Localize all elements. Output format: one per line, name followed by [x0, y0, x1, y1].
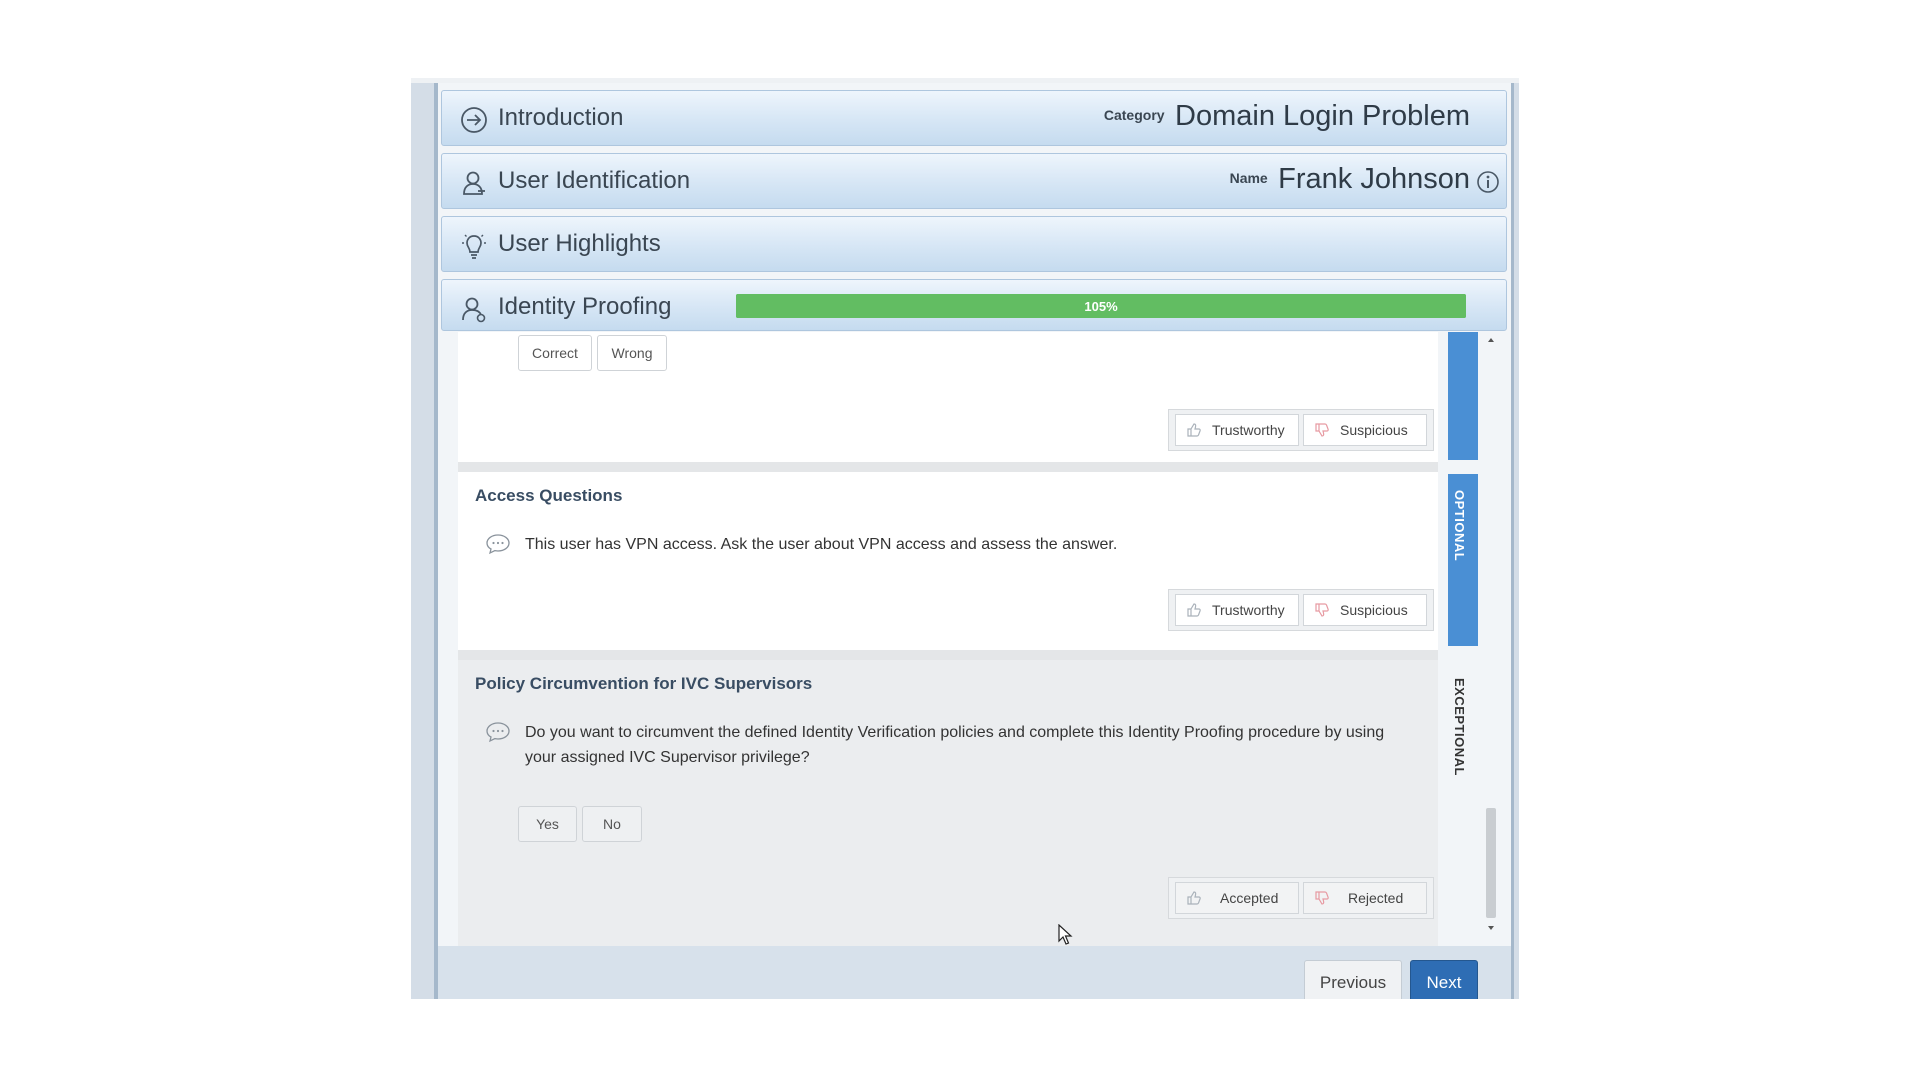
no-button[interactable]: No: [582, 806, 642, 842]
rejected-button[interactable]: Rejected: [1303, 882, 1427, 914]
card-separator: [458, 650, 1438, 660]
question-text: Do you want to circumvent the defined Id…: [525, 724, 1385, 766]
card-separator: [458, 462, 1438, 472]
section-title: Introduction: [498, 104, 624, 131]
decision-group: Accepted Rejected: [1168, 877, 1434, 919]
assessment-group: Trustworthy Suspicious: [1168, 409, 1434, 451]
progress-text: 105%: [1084, 299, 1118, 314]
name-label: Name: [1229, 170, 1268, 186]
section-header-user-highlights[interactable]: User Highlights: [441, 216, 1507, 272]
section-header-introduction[interactable]: Introduction Category Domain Login Probl…: [441, 90, 1507, 146]
thumbs-down-icon: [1315, 891, 1329, 905]
scroll-down-arrow-icon[interactable]: [1488, 926, 1494, 930]
app-window: Introduction Category Domain Login Probl…: [411, 78, 1519, 999]
suspicious-label: Suspicious: [1340, 602, 1408, 618]
thumbs-down-icon: [1315, 603, 1329, 617]
category-label: Category: [1103, 107, 1165, 123]
correct-button[interactable]: Correct: [518, 335, 592, 371]
wizard-footer: Previous Next: [438, 946, 1511, 999]
section-title: User Identification: [498, 167, 691, 194]
user-check-icon: [462, 297, 486, 323]
scroll-up-arrow-icon[interactable]: [1488, 338, 1494, 342]
assessment-group: Trustworthy Suspicious: [1168, 589, 1434, 631]
section-title: Identity Proofing: [498, 293, 672, 320]
thumbs-down-icon: [1315, 423, 1329, 437]
name-field: Name Frank Johnson: [1230, 163, 1470, 196]
accepted-button[interactable]: Accepted: [1175, 882, 1299, 914]
section-header-identity-proofing[interactable]: Identity Proofing 105%: [441, 279, 1507, 331]
thumbs-up-icon: [1187, 603, 1201, 617]
exceptional-tab: EXCEPTIONAL: [1448, 662, 1478, 782]
speech-bubble-icon: [486, 534, 510, 555]
question-row: This user has VPN access. Ask the user a…: [485, 532, 1418, 557]
wrong-button[interactable]: Wrong: [597, 335, 667, 371]
trustworthy-button[interactable]: Trustworthy: [1175, 414, 1299, 446]
accepted-label: Accepted: [1220, 890, 1279, 906]
lightbulb-icon: [462, 234, 486, 259]
suspicious-button[interactable]: Suspicious: [1303, 414, 1427, 446]
category-value: Domain Login Problem: [1175, 100, 1470, 132]
category-field: Category Domain Login Problem: [1104, 100, 1470, 133]
scrollbar-thumb[interactable]: [1486, 808, 1496, 918]
user-icon: [463, 171, 485, 195]
question-text: This user has VPN access. Ask the user a…: [525, 536, 1118, 553]
policy-circumvention-card: Policy Circumvention for IVC Supervisors…: [458, 660, 1438, 946]
section-header-user-identification[interactable]: User Identification Name Frank Johnson: [441, 153, 1507, 209]
card-title: Policy Circumvention for IVC Supervisors: [475, 674, 813, 693]
name-value: Frank Johnson: [1278, 163, 1470, 195]
yes-button[interactable]: Yes: [518, 806, 577, 842]
thumbs-up-icon: [1187, 423, 1201, 437]
mouse-cursor-icon: [1058, 924, 1073, 945]
optional-tab: OPTIONAL: [1448, 474, 1478, 646]
access-questions-card: Access Questions This user has VPN acces…: [458, 472, 1438, 650]
suspicious-button[interactable]: Suspicious: [1303, 594, 1427, 626]
next-button[interactable]: Next: [1410, 960, 1478, 999]
trustworthy-label: Trustworthy: [1212, 602, 1285, 618]
exceptional-tab-label: EXCEPTIONAL: [1452, 678, 1467, 776]
thumbs-up-icon: [1187, 891, 1201, 905]
rejected-label: Rejected: [1348, 890, 1404, 906]
speech-bubble-icon: [486, 722, 510, 743]
section-title: User Highlights: [498, 230, 661, 257]
card-tab: [1448, 332, 1478, 460]
card-title: Access Questions: [475, 486, 623, 505]
identity-proofing-content: Correct Wrong Trustworthy Suspicious Acc…: [441, 332, 1507, 946]
question-row: Do you want to circumvent the defined Id…: [485, 720, 1418, 770]
scrollbar[interactable]: [1484, 332, 1498, 936]
suspicious-label: Suspicious: [1340, 422, 1408, 438]
progress-bar: 105%: [736, 294, 1466, 318]
previous-button[interactable]: Previous: [1304, 960, 1402, 999]
optional-tab-label: OPTIONAL: [1452, 490, 1467, 562]
wizard-panel: Introduction Category Domain Login Probl…: [434, 83, 1514, 999]
trustworthy-button[interactable]: Trustworthy: [1175, 594, 1299, 626]
arrow-circle-icon: [461, 107, 487, 133]
trustworthy-label: Trustworthy: [1212, 422, 1285, 438]
question-card: Correct Wrong Trustworthy Suspicious: [458, 332, 1438, 462]
info-icon[interactable]: [1476, 170, 1500, 194]
